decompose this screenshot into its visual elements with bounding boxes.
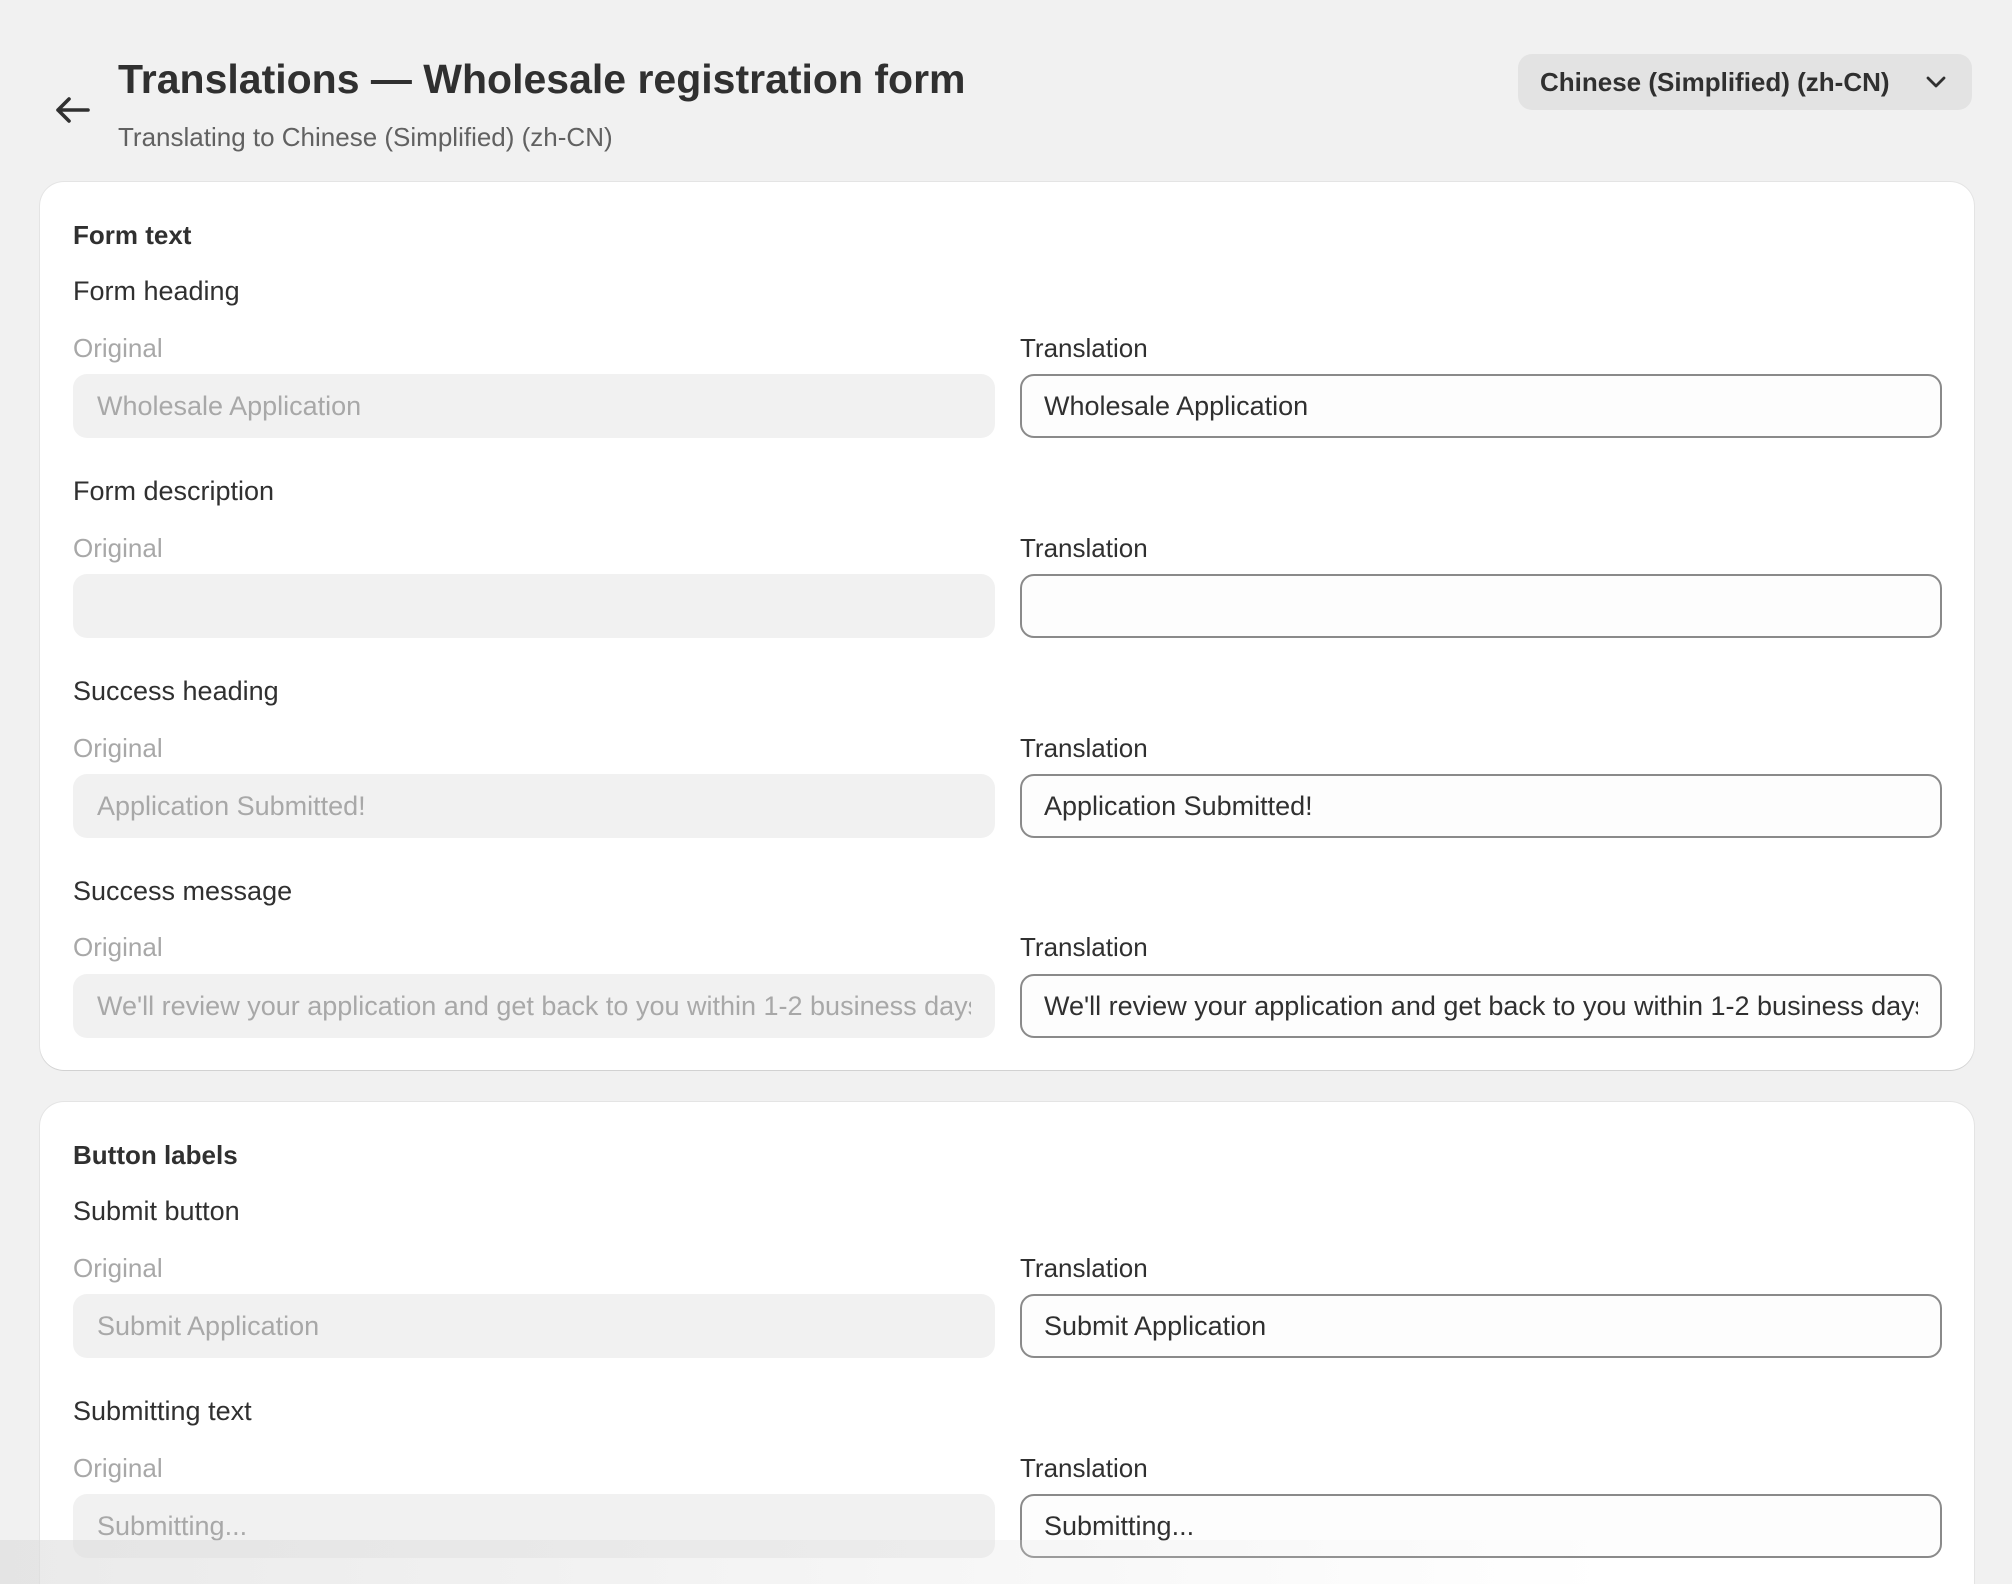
translation-label: Translation: [1020, 533, 1148, 563]
field-title-success-message: Success message: [73, 876, 293, 906]
original-label: Original: [73, 733, 163, 763]
original-value-success-heading: Application Submitted!: [73, 774, 995, 838]
original-label: Original: [73, 1253, 163, 1283]
translation-label: Translation: [1020, 932, 1148, 962]
translation-input-submit-button[interactable]: [1020, 1294, 1942, 1358]
page-title: Translations — Wholesale registration fo…: [118, 56, 966, 102]
original-value-submit-button: Submit Application: [73, 1294, 995, 1358]
section-title: Form text: [73, 220, 192, 250]
original-label: Original: [73, 533, 163, 563]
translation-input-submitting-text[interactable]: [1020, 1494, 1942, 1558]
language-select-value: Chinese (Simplified) (zh-CN): [1540, 66, 1890, 97]
field-title-form-heading: Form heading: [73, 276, 240, 306]
translation-label: Translation: [1020, 333, 1148, 363]
page-subtitle: Translating to Chinese (Simplified) (zh-…: [118, 122, 613, 152]
back-button[interactable]: [48, 88, 96, 132]
language-select[interactable]: Chinese (Simplified) (zh-CN): [1518, 54, 1972, 110]
arrow-left-icon: [56, 97, 90, 123]
original-label: Original: [73, 1453, 163, 1483]
field-title-submit-button: Submit button: [73, 1196, 240, 1226]
translation-input-form-heading[interactable]: [1020, 374, 1942, 438]
original-value-form-heading: Wholesale Application: [73, 374, 995, 438]
field-title-form-description: Form description: [73, 476, 275, 506]
original-value-form-description: [73, 574, 995, 638]
page-header: Translations — Wholesale registration fo…: [0, 0, 2012, 180]
translation-label: Translation: [1020, 1453, 1148, 1483]
translation-label: Translation: [1020, 733, 1148, 763]
translation-label: Translation: [1020, 1253, 1148, 1283]
translation-input-success-message[interactable]: [1020, 974, 1942, 1038]
translation-input-form-description[interactable]: [1020, 574, 1942, 638]
original-value-submitting-text: Submitting...: [73, 1494, 995, 1558]
button-labels-card: Button labels Submit button Original Tra…: [40, 1102, 1974, 1584]
chevron-down-icon: [1924, 70, 1948, 94]
form-text-card: Form text Form heading Original Translat…: [40, 182, 1974, 1070]
field-title-submitting-text: Submitting text: [73, 1396, 252, 1426]
original-label: Original: [73, 333, 163, 363]
original-value-success-message: We'll review your application and get ba…: [73, 974, 995, 1038]
section-title: Button labels: [73, 1140, 238, 1170]
original-label: Original: [73, 932, 163, 962]
translation-input-success-heading[interactable]: [1020, 774, 1942, 838]
field-title-success-heading: Success heading: [73, 676, 279, 706]
translations-page: Translations — Wholesale registration fo…: [0, 0, 2012, 1584]
